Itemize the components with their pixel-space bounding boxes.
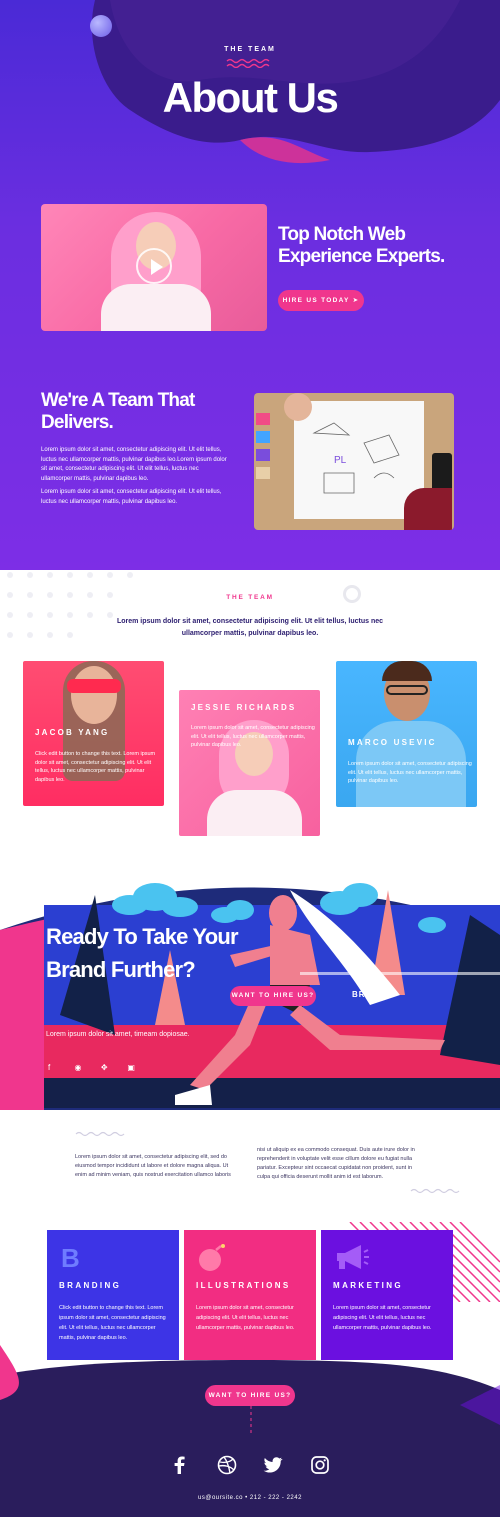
color-swatch	[256, 413, 270, 425]
member-description: Lorem ipsum dolor sit amet, consectetur …	[348, 761, 472, 784]
team-heading: We're A Team That Delivers.	[41, 390, 195, 433]
instagram-icon[interactable]: ▣	[127, 1063, 149, 1072]
color-swatch	[256, 449, 270, 461]
sketch-drawings: PL	[312, 422, 400, 494]
svg-text:B: B	[61, 1244, 80, 1270]
cta-social-links: f ◉ ✥ ▣	[48, 1057, 149, 1075]
team-lead-text: Lorem ipsum dolor sit amet, consectetur …	[116, 618, 384, 637]
member-name: MARCO USEVIC	[348, 738, 437, 747]
sketching-photo: PL	[254, 393, 454, 530]
twitter-icon[interactable]	[263, 1455, 283, 1475]
team-eyebrow: THE TEAM	[226, 594, 274, 601]
b-letter-icon: B	[61, 1244, 80, 1270]
service-description: Lorem ipsum dolor sit amet, consectetur …	[333, 1305, 432, 1331]
hire-us-today-button[interactable]: HIRE US TODAY ➤	[278, 290, 364, 311]
service-title: BRANDING	[59, 1281, 122, 1290]
team-paragraph-1: Lorem ipsum dolor sit amet, consectetur …	[41, 447, 227, 482]
hero-section: THE TEAM About Us Top Notch Web Experien…	[0, 0, 500, 570]
facebook-icon[interactable]	[170, 1455, 190, 1475]
cta-heading: Ready To Take Your Brand Further?	[46, 924, 239, 982]
footer-contact: us@oursite.co • 212 - 222 - 2242	[198, 1495, 302, 1501]
instagram-icon[interactable]	[310, 1455, 330, 1475]
person-face	[71, 666, 117, 724]
hero-headline: Top Notch Web Experience Experts.	[278, 224, 445, 267]
squiggle-divider	[226, 58, 270, 68]
service-card-branding[interactable]: B BRANDING Click edit button to change t…	[47, 1230, 179, 1360]
text-column-left: Lorem ipsum dolor sit amet, consectetur …	[75, 1154, 231, 1178]
person-glasses	[67, 679, 121, 693]
paper-plane-icon: ➤	[352, 297, 360, 304]
page-title: About Us	[162, 74, 339, 121]
footer-social-links	[170, 1455, 330, 1475]
play-icon[interactable]	[136, 248, 172, 284]
service-card-illustrations[interactable]: ILLUSTRATIONS Lorem ipsum dolor sit amet…	[184, 1230, 316, 1360]
member-name: JACOB YANG	[35, 728, 110, 737]
cta-subtitle: Lorem ipsum dolor sit amet, timeam dopio…	[46, 1031, 190, 1038]
service-title: MARKETING	[333, 1281, 404, 1290]
squiggle-divider	[410, 1188, 460, 1194]
want-to-hire-us-button[interactable]: WANT TO HIRE US?	[230, 986, 316, 1006]
color-swatch	[256, 467, 270, 479]
hero-eyebrow: THE TEAM	[224, 46, 276, 53]
dribbble-icon[interactable]: ◉	[74, 1063, 96, 1072]
service-card-marketing[interactable]: MARKETING Lorem ipsum dolor sit amet, co…	[321, 1230, 453, 1360]
member-name: JESSIE RICHARDS	[191, 703, 297, 712]
bomb-icon	[199, 1244, 225, 1271]
person-hair	[382, 661, 432, 681]
decorative-sphere	[90, 15, 112, 37]
text-column-right: nisi ut aliquip ex ea commodo consequat.…	[257, 1147, 415, 1180]
dribbble-icon[interactable]	[217, 1455, 237, 1475]
person-shirt	[207, 790, 302, 836]
hire-us-today-label: HIRE US TODAY	[282, 297, 350, 304]
twitter-icon[interactable]: ✥	[101, 1063, 123, 1072]
person-glasses	[386, 685, 428, 695]
person-shirt	[101, 284, 211, 331]
partial-scene-text: BRE	[352, 990, 372, 999]
service-title: ILLUSTRATIONS	[196, 1281, 291, 1290]
svg-text:PL: PL	[334, 455, 347, 466]
team-card-marco[interactable]: MARCO USEVIC Lorem ipsum dolor sit amet,…	[336, 661, 477, 807]
team-paragraph-2: Lorem ipsum dolor sit amet, consectetur …	[41, 489, 222, 505]
team-card-jacob[interactable]: JACOB YANG Click edit button to change t…	[23, 661, 164, 806]
team-card-jessie[interactable]: JESSIE RICHARDS Lorem ipsum dolor sit am…	[179, 690, 320, 836]
member-description: Click edit button to change this text. L…	[35, 751, 156, 783]
service-description: Click edit button to change this text. L…	[59, 1305, 166, 1341]
dashed-line	[250, 1406, 252, 1436]
facebook-icon[interactable]: f	[48, 1063, 70, 1072]
service-description: Lorem ipsum dolor sit amet, consectetur …	[196, 1305, 295, 1331]
member-description: Lorem ipsum dolor sit amet, consectetur …	[191, 725, 315, 748]
megaphone-icon	[337, 1245, 369, 1269]
squiggle-divider	[75, 1131, 125, 1137]
color-swatch	[256, 431, 270, 443]
footer-hire-us-button[interactable]: WANT TO HIRE US?	[205, 1385, 295, 1406]
